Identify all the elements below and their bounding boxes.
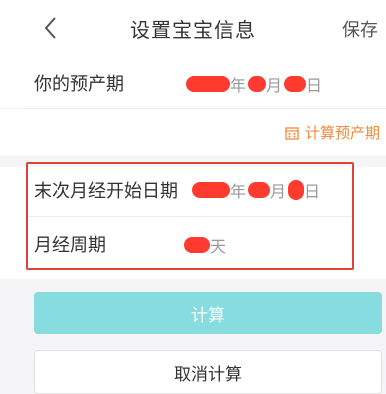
calc-due-date-link[interactable]: 计算预产期 [285, 122, 380, 143]
month-unit: 月 [266, 76, 283, 95]
day-unit: 日 [306, 76, 323, 95]
top-bar: 设置宝宝信息 保存 [0, 0, 386, 56]
due-date-label: 你的预产期 [34, 74, 124, 95]
redacted-year [186, 76, 230, 92]
calculate-button[interactable]: 计算 [34, 292, 382, 334]
cancel-calculation-button[interactable]: 取消计算 [34, 350, 382, 394]
due-date-row[interactable]: 你的预产期 年月 日 [0, 56, 386, 108]
page-title: 设置宝宝信息 [130, 18, 256, 42]
redacted-day [284, 76, 307, 92]
redacted-month [248, 76, 267, 92]
calendar-icon [285, 126, 299, 140]
due-date-value: 年月 日 [186, 72, 322, 96]
save-button[interactable]: 保存 [342, 16, 378, 42]
year-unit: 年 [230, 76, 247, 95]
highlight-box [26, 162, 354, 270]
calc-due-date-label: 计算预产期 [304, 124, 380, 142]
